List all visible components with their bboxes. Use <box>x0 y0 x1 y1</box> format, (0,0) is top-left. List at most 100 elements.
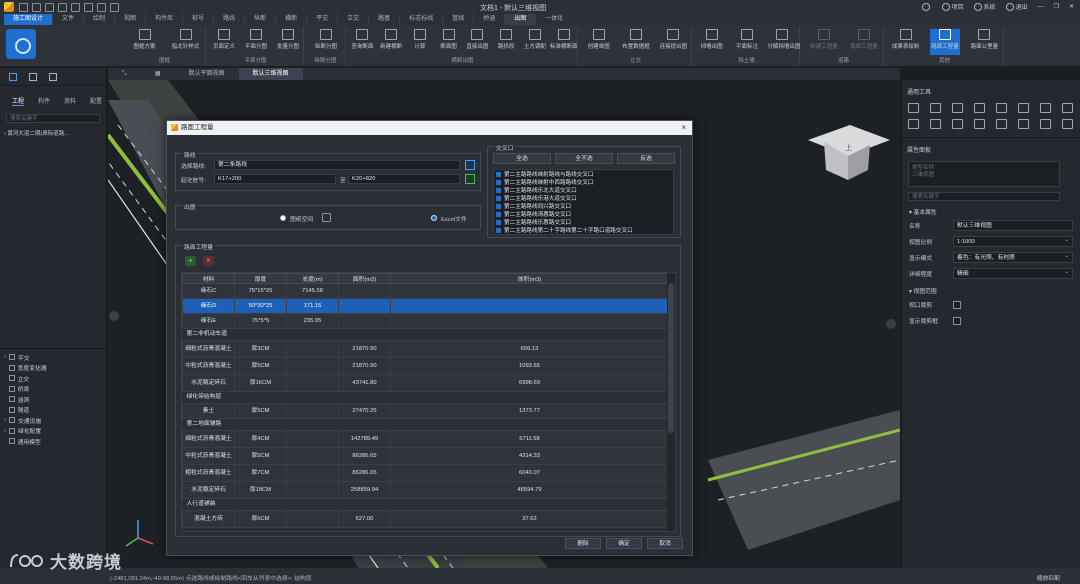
logout-button[interactable]: 退出 <box>1005 2 1028 12</box>
ribbon-tab[interactable]: 文件 <box>52 14 83 25</box>
tool-icon[interactable] <box>1062 119 1073 129</box>
list-item[interactable]: 桥梁 <box>4 384 47 395</box>
ribbon-tab[interactable]: 路基 <box>368 14 399 25</box>
delete-button[interactable]: 删除 <box>565 538 601 549</box>
tool-icon[interactable] <box>996 119 1007 129</box>
column-header[interactable]: 材料 <box>182 273 235 284</box>
layout-icon[interactable]: ⤡ <box>108 68 141 80</box>
props-search-input[interactable]: 搜索关键字 <box>908 192 1060 201</box>
ribbon-button[interactable]: 连接提出图 <box>658 29 688 55</box>
doc-tab[interactable]: 默认平面视图 <box>174 68 238 80</box>
project-tree-icon[interactable] <box>9 72 17 81</box>
invert-selection-button[interactable]: 反选 <box>617 153 675 164</box>
add-row-button[interactable]: + <box>185 256 196 266</box>
type-selector[interactable]: 类型名称 三维视图 <box>908 161 1060 187</box>
pick-route-icon[interactable] <box>465 160 475 170</box>
dialog-close-button[interactable]: × <box>681 121 686 135</box>
junction-item[interactable]: 第二主路路线乐惠路交叉口 <box>494 218 673 226</box>
table-row[interactable]: 细粒式沥青混凝土 厚4CM 142789.49 5711.58 <box>182 430 669 448</box>
ok-button[interactable]: 确定 <box>606 538 642 549</box>
junction-item[interactable]: 第二主路路线乐北大道交叉口 <box>494 186 673 194</box>
list-item[interactable]: 涵洞 <box>4 394 47 405</box>
ribbon-tab[interactable]: 桩号 <box>182 14 213 25</box>
ribbon-button[interactable]: 标准横断面 <box>549 29 579 55</box>
ribbon-button[interactable]: 纵断分图 <box>311 29 341 55</box>
new-file-icon[interactable] <box>19 2 28 12</box>
import-icon[interactable] <box>71 2 80 12</box>
ribbon-button[interactable]: 查询断面 <box>347 29 377 55</box>
junction-item[interactable]: 第二主路路线映射中西路路线交叉口 <box>494 178 673 186</box>
undo-icon[interactable] <box>84 2 93 12</box>
list-item[interactable]: 宽度变化器 <box>4 363 47 374</box>
ribbon-button[interactable]: 图框方案 <box>130 29 160 55</box>
table-scrollbar[interactable] <box>667 273 675 531</box>
ribbon-tab[interactable]: 管线 <box>442 14 473 25</box>
select-all-button[interactable]: 全选 <box>493 153 551 164</box>
ribbon-button[interactable]: 平面标注 <box>732 29 762 55</box>
cancel-button[interactable]: 取消 <box>647 538 683 549</box>
table-row[interactable]: 细粒式沥青混凝土 厚3CM 21870.90 656.13 <box>182 340 669 358</box>
ribbon-tab[interactable]: 视图 <box>114 14 145 25</box>
restore-button[interactable]: ❐ <box>1054 3 1059 10</box>
table-row[interactable]: 混凝土方砖 厚6CM 627.00 37.62 <box>182 510 669 528</box>
basic-props-header[interactable]: ▾ 基本属性 <box>902 201 1080 216</box>
ribbon-button[interactable]: 新建横断 <box>376 29 406 55</box>
print-icon[interactable] <box>110 2 119 12</box>
tool-icon[interactable] <box>952 119 963 129</box>
excel-radio[interactable] <box>431 215 437 221</box>
tool-icon[interactable] <box>952 103 963 113</box>
table-row[interactable]: 中粒式沥青混凝土 厚5CM 21870.90 1093.55 <box>182 357 669 375</box>
settings-icon[interactable] <box>322 213 331 222</box>
ribbon-button[interactable]: 创建单图 <box>584 29 614 55</box>
ribbon-button[interactable]: 新建工程量 <box>809 29 839 55</box>
table-row[interactable]: 缘石D 50*30*25 171.15 <box>182 298 669 314</box>
left-panel-tab[interactable]: 构件 <box>38 96 50 106</box>
property-value[interactable]: 默认三维视图 <box>953 220 1073 231</box>
left-panel-tab[interactable]: 工程 <box>12 96 25 106</box>
tool-icon[interactable] <box>930 103 941 113</box>
junction-item[interactable]: 第二主路路线乐港大道交叉口 <box>494 194 673 202</box>
property-value[interactable]: 1:1000 <box>953 235 1073 247</box>
ribbon-tab[interactable]: 平交 <box>306 14 337 25</box>
list-item[interactable]: 通用模型 <box>4 436 47 447</box>
property-value[interactable]: 着色：有光照、有材质 <box>953 251 1073 263</box>
ribbon-button[interactable]: 计算 <box>405 29 435 55</box>
table-row[interactable]: 缘石E 75*5*5 235.05 <box>182 313 669 329</box>
system-menu[interactable]: 系统 <box>973 2 996 12</box>
ribbon-tab[interactable]: 纵断 <box>244 14 275 25</box>
table-row[interactable]: 缘石C 75*15*25 7145.58 <box>182 283 669 299</box>
tool-icon[interactable] <box>1018 119 1029 129</box>
ribbon-button[interactable]: 指北针样式 <box>171 29 201 55</box>
layers-icon[interactable] <box>29 72 37 81</box>
tool-icon[interactable] <box>1040 103 1051 113</box>
tool-icon[interactable] <box>908 103 919 113</box>
column-header[interactable]: 厚度 <box>234 273 287 284</box>
list-item[interactable]: › 交通设施 <box>4 415 47 426</box>
ribbon-button[interactable]: 挡墙出图 <box>697 29 727 55</box>
list-item[interactable]: 立交 <box>4 373 47 384</box>
junction-item[interactable]: 第二主路路线涛惠路交叉口 <box>494 210 673 218</box>
column-header[interactable]: 面积(m2) <box>338 273 391 284</box>
ribbon-tab[interactable]: 立交 <box>337 14 368 25</box>
view-range-header[interactable]: ▾ 视图范围 <box>902 280 1080 295</box>
table-row[interactable]: 水泥稳定碎石 厚16CM 43741.80 6998.69 <box>182 374 669 392</box>
ribbon-button[interactable]: 路面工程量 <box>930 29 960 55</box>
tool-icon[interactable] <box>908 119 919 129</box>
station-end-input[interactable]: K20+820 <box>348 174 460 184</box>
property-checkbox[interactable] <box>953 316 961 325</box>
app-menu-button[interactable] <box>6 29 36 59</box>
table-row[interactable]: 中粒式沥青混凝土 厚5CM 86286.65 4314.33 <box>182 447 669 465</box>
ribbon-button[interactable]: 平面分图 <box>241 29 271 55</box>
zoom-fit-button[interactable]: 缩放匹配 <box>1037 573 1060 582</box>
ribbon-button[interactable]: 路面公里量 <box>969 29 999 55</box>
route-select[interactable]: 第二条路线 <box>214 160 460 170</box>
tool-icon[interactable] <box>930 119 941 129</box>
ribbon-button[interactable]: 直接出图 <box>462 29 492 55</box>
ribbon-tab[interactable]: 路线 <box>213 14 244 25</box>
redo-icon[interactable] <box>97 2 106 12</box>
tool-icon[interactable] <box>974 119 985 129</box>
open-file-icon[interactable] <box>32 2 41 12</box>
ribbon-button[interactable]: 土方调配 <box>520 29 550 55</box>
project-menu[interactable]: 项目 <box>941 2 964 12</box>
tool-icon[interactable] <box>996 103 1007 113</box>
